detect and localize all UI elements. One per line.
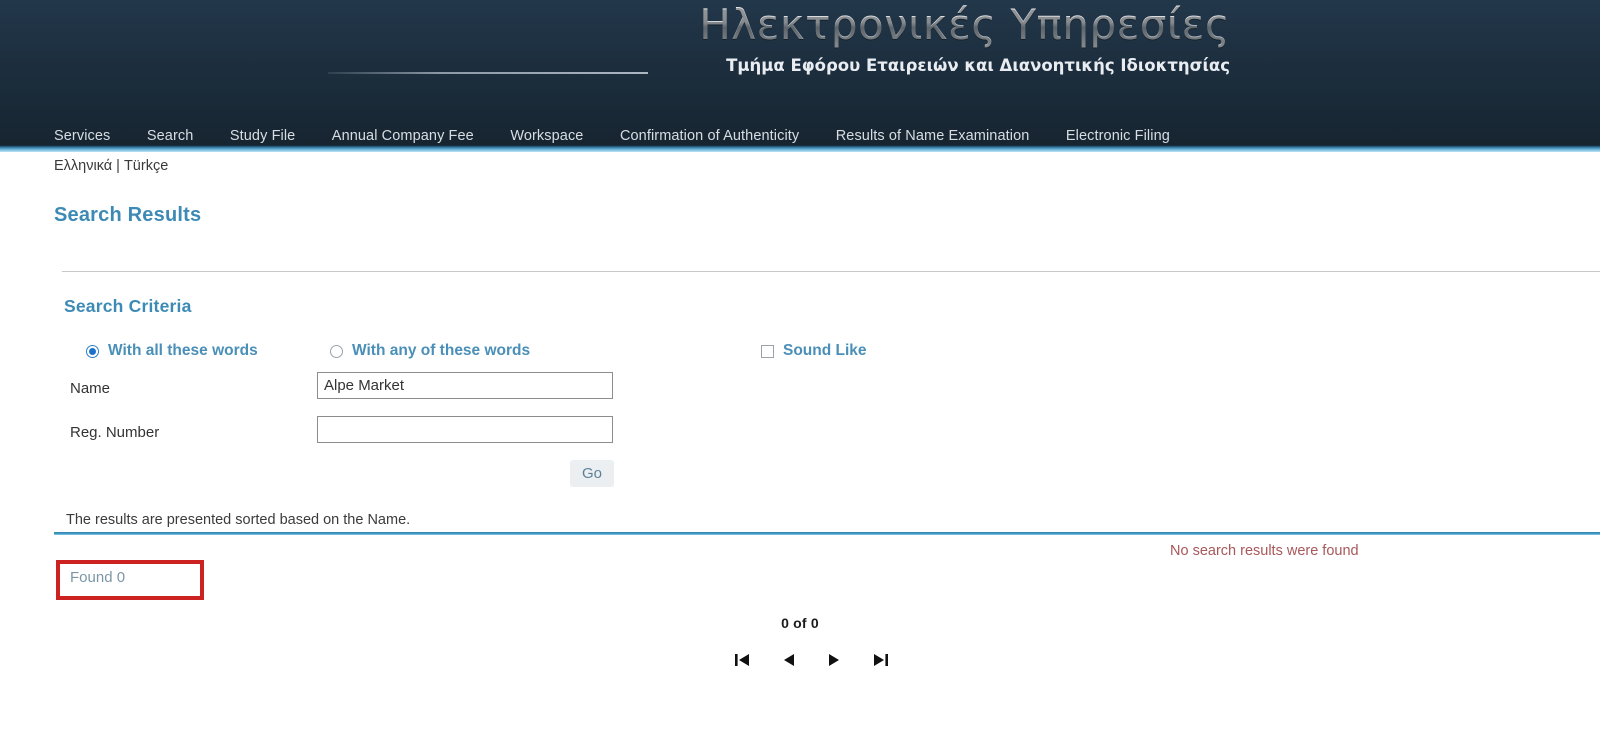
- results-area: Found 0 No search results were found 0 o…: [0, 535, 1600, 705]
- name-field-label: Name: [70, 380, 111, 397]
- reg-number-input[interactable]: [317, 416, 613, 443]
- previous-page-icon[interactable]: [781, 652, 797, 668]
- language-bar: Ελληνικά | Türkçe: [0, 152, 1600, 174]
- main-navigation: Services Search Study File Annual Compan…: [0, 127, 1600, 145]
- radio-any-indicator-icon: [330, 344, 343, 358]
- reg-number-field-label: Reg. Number: [70, 424, 160, 441]
- site-title: Ηλεκτρονικές Υπηρεσίες: [0, 0, 1230, 50]
- pagination-buttons: [0, 652, 1600, 668]
- reg-number-field-row: Reg. Number: [0, 416, 1600, 460]
- no-results-message: No search results were found: [1170, 543, 1359, 559]
- pagination-count: 0 of 0: [781, 615, 819, 631]
- search-options-row: With all these words With any of these w…: [0, 342, 1600, 372]
- search-criteria-title: Search Criteria: [64, 296, 192, 316]
- section-divider: [62, 271, 1600, 272]
- site-header: Ηλεκτρονικές Υπηρεσίες Τμήμα Εφόρου Εται…: [0, 0, 1600, 152]
- checkbox-sound-like-box-icon: [761, 344, 774, 358]
- nav-item-electronic-filing[interactable]: Electronic Filing: [1066, 128, 1170, 144]
- brand-divider-line: [328, 72, 648, 74]
- radio-with-any-of-these-words[interactable]: With any of these words: [330, 342, 530, 360]
- nav-item-services[interactable]: Services: [54, 128, 110, 144]
- nav-item-workspace[interactable]: Workspace: [510, 128, 583, 144]
- checkbox-sound-like[interactable]: Sound Like: [761, 342, 867, 360]
- last-page-icon[interactable]: [871, 652, 889, 668]
- checkbox-sound-like-label: Sound Like: [783, 342, 867, 359]
- go-button[interactable]: Go: [570, 460, 615, 487]
- radio-with-all-these-words[interactable]: With all these words: [86, 342, 258, 360]
- brand-block: Ηλεκτρονικές Υπηρεσίες Τμήμα Εφόρου Εται…: [0, 0, 1230, 77]
- name-input[interactable]: [317, 372, 613, 399]
- radio-all-indicator-icon: [86, 344, 99, 358]
- pagination: 0 of 0: [0, 615, 1600, 668]
- next-page-icon[interactable]: [826, 652, 842, 668]
- name-field-row: Name: [0, 372, 1600, 416]
- page-content: Search Results Search Criteria With all …: [0, 204, 1600, 705]
- nav-item-search[interactable]: Search: [147, 128, 194, 144]
- radio-all-label: With all these words: [108, 342, 258, 359]
- nav-item-results-of-name-examination[interactable]: Results of Name Examination: [836, 128, 1030, 144]
- go-button-row: Go: [0, 460, 1600, 504]
- nav-item-confirmation-of-authenticity[interactable]: Confirmation of Authenticity: [620, 128, 799, 144]
- language-link-greek[interactable]: Ελληνικά: [54, 158, 112, 174]
- sort-note: The results are presented sorted based o…: [66, 512, 411, 528]
- nav-item-study-file[interactable]: Study File: [230, 128, 295, 144]
- language-separator: |: [116, 158, 120, 174]
- page-title: Search Results: [54, 204, 202, 226]
- language-link-turkish[interactable]: Türkçe: [124, 158, 168, 174]
- nav-item-annual-company-fee[interactable]: Annual Company Fee: [332, 128, 474, 144]
- nav-underline: [0, 145, 1600, 152]
- found-count-text: Found 0: [70, 569, 126, 586]
- radio-any-label: With any of these words: [352, 342, 531, 359]
- first-page-icon[interactable]: [734, 652, 752, 668]
